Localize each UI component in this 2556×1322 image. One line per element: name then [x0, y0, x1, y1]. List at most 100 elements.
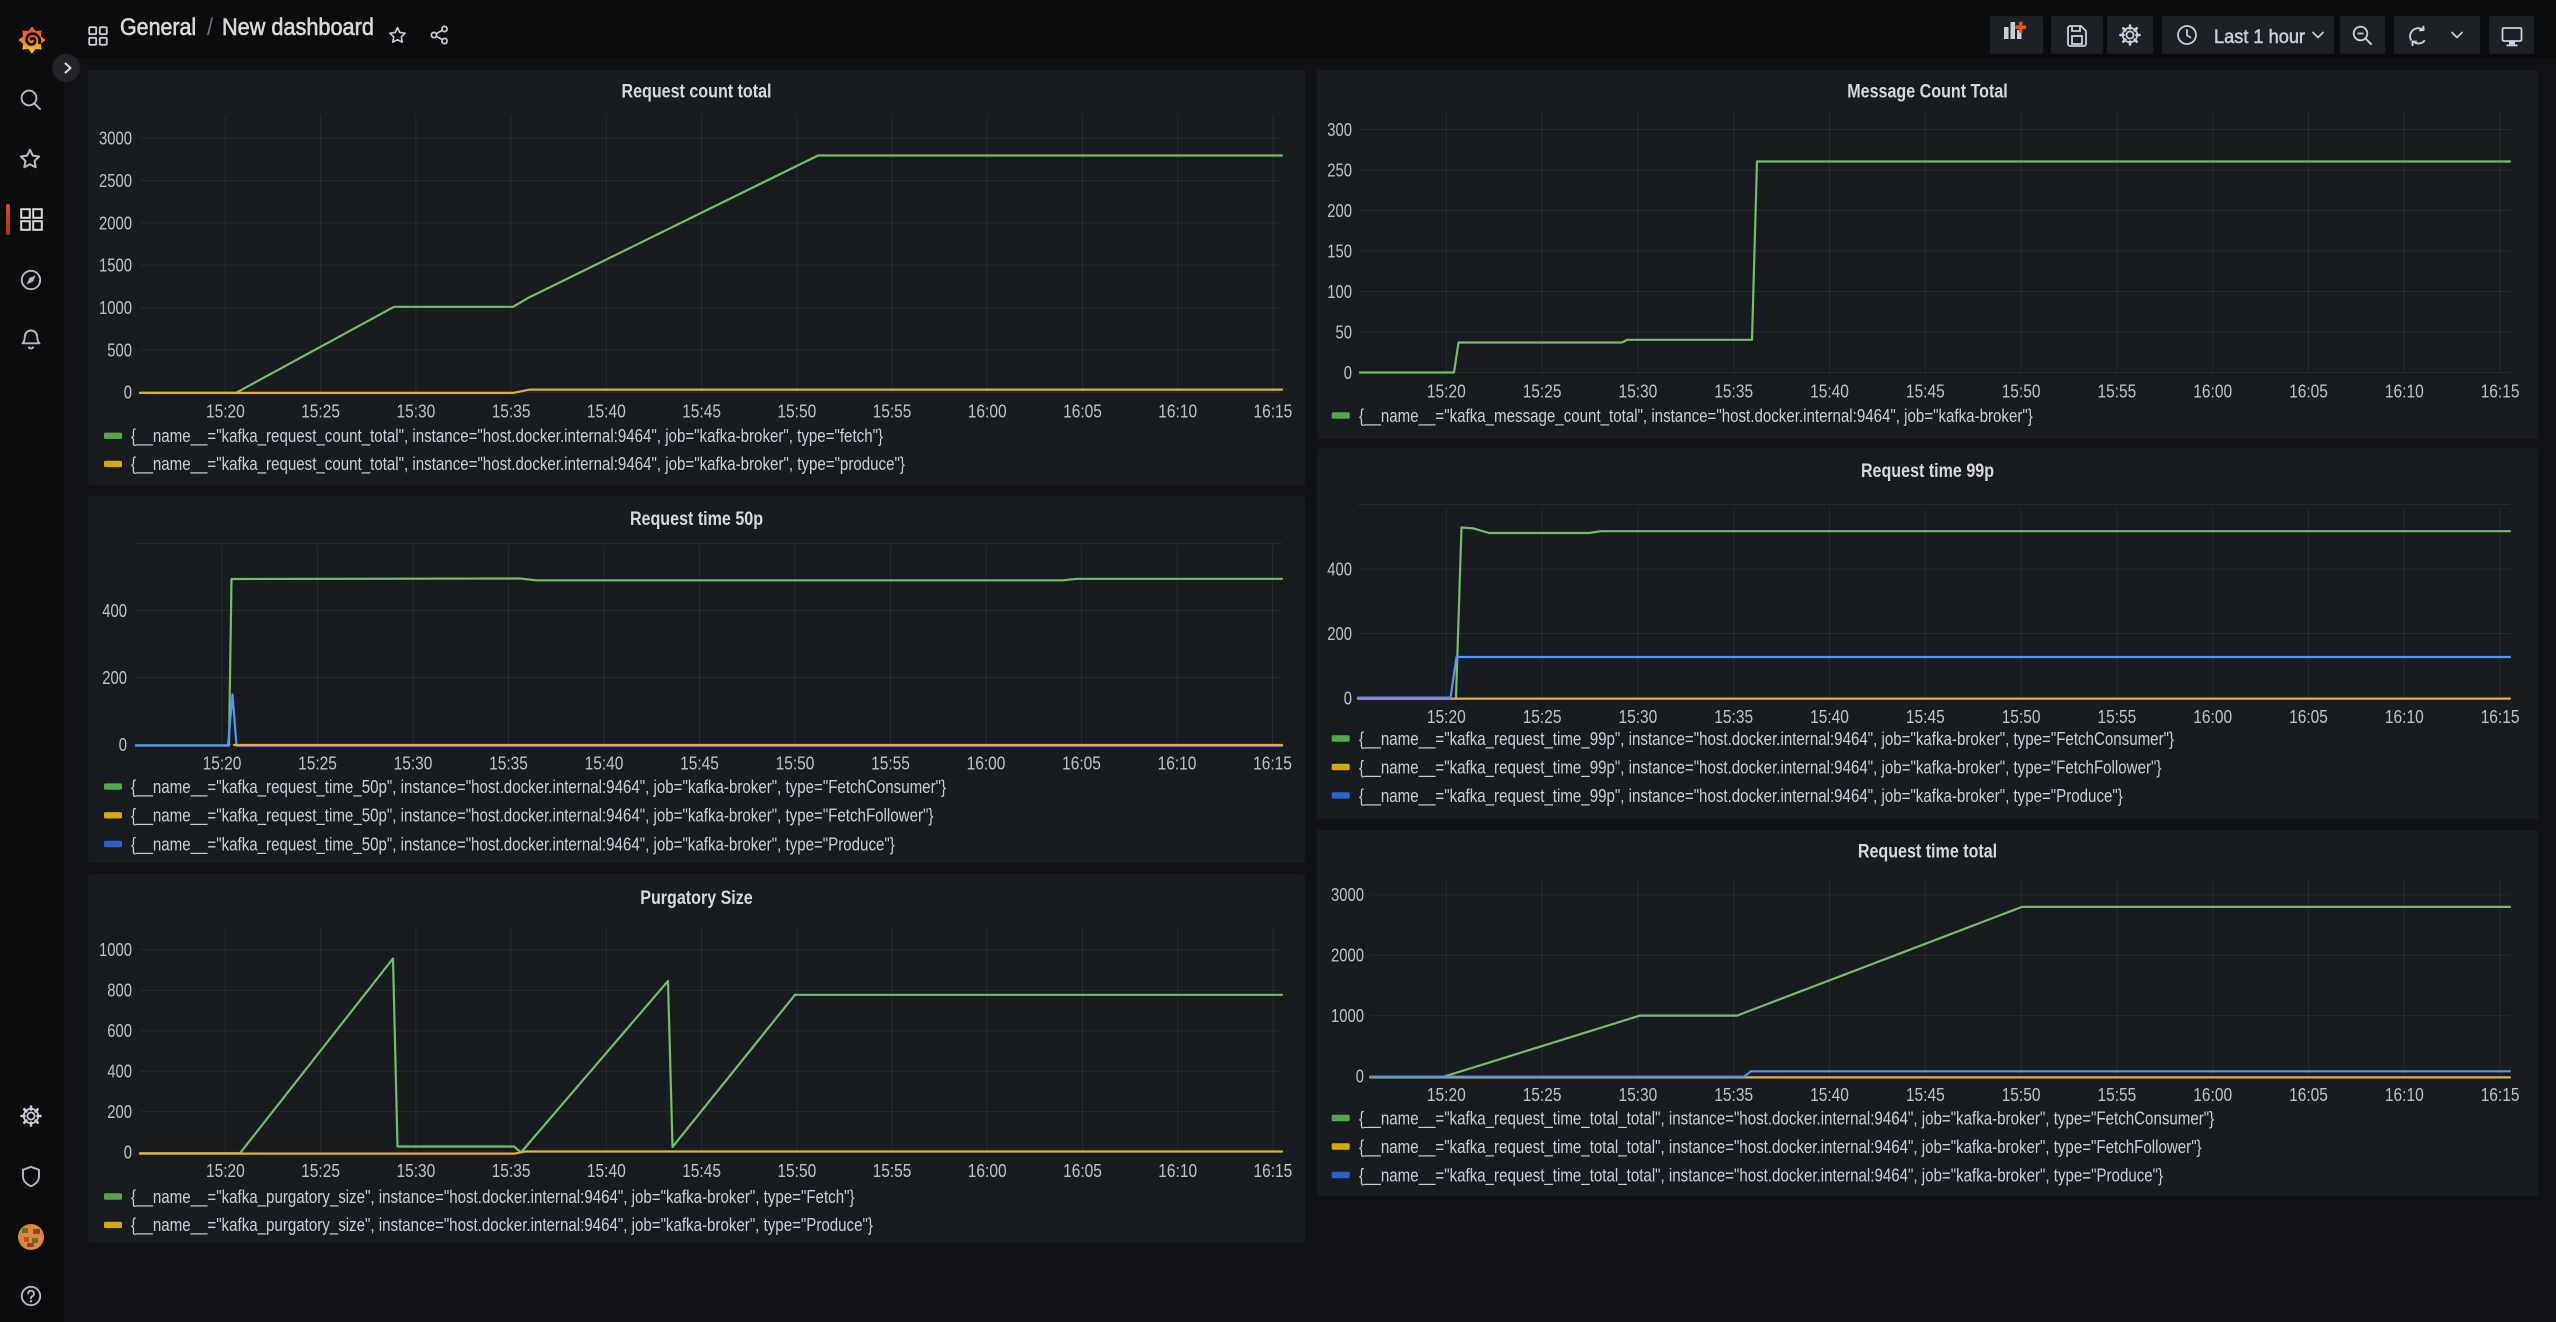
svg-text:400: 400 [102, 601, 127, 621]
svg-text:16:15: 16:15 [2481, 707, 2520, 727]
svg-text:Message Count Total: Message Count Total [1847, 82, 2008, 103]
svg-text:200: 200 [102, 668, 127, 688]
svg-text:15:30: 15:30 [394, 754, 433, 774]
svg-text:15:30: 15:30 [1619, 382, 1658, 402]
svg-text:{__name__="kafka_request_time_: {__name__="kafka_request_time_99p", inst… [1359, 757, 2161, 778]
svg-text:3000: 3000 [1331, 885, 1364, 905]
svg-text:16:05: 16:05 [1063, 1161, 1102, 1181]
svg-text:{__name__="kafka_request_time_: {__name__="kafka_request_time_50p", inst… [131, 777, 946, 798]
svg-text:16:15: 16:15 [2481, 382, 2520, 402]
svg-text:0: 0 [124, 383, 132, 403]
svg-text:16:05: 16:05 [1063, 401, 1102, 421]
svg-text:15:45: 15:45 [682, 401, 721, 421]
svg-text:15:20: 15:20 [206, 401, 245, 421]
svg-text:1000: 1000 [99, 940, 132, 960]
svg-text:600: 600 [107, 1021, 132, 1041]
svg-text:15:25: 15:25 [1523, 707, 1562, 727]
svg-text:/: / [207, 14, 213, 41]
svg-text:15:50: 15:50 [777, 1161, 816, 1181]
svg-text:Request count total: Request count total [622, 82, 772, 103]
svg-text:15:30: 15:30 [397, 1161, 436, 1181]
svg-text:300: 300 [1327, 120, 1352, 140]
svg-text:16:15: 16:15 [2481, 1085, 2520, 1105]
svg-text:16:15: 16:15 [1254, 1161, 1293, 1181]
svg-text:15:45: 15:45 [1906, 707, 1945, 727]
svg-text:15:55: 15:55 [871, 754, 910, 774]
svg-text:15:50: 15:50 [776, 754, 815, 774]
svg-text:15:45: 15:45 [680, 754, 719, 774]
svg-text:{__name__="kafka_request_time_: {__name__="kafka_request_time_total_tota… [1359, 1108, 2214, 1129]
svg-text:15:25: 15:25 [301, 1161, 340, 1181]
svg-text:0: 0 [1344, 363, 1352, 383]
svg-text:50: 50 [1336, 322, 1353, 342]
svg-text:200: 200 [1327, 201, 1352, 221]
svg-text:16:00: 16:00 [2193, 382, 2232, 402]
svg-text:16:10: 16:10 [1158, 1161, 1197, 1181]
svg-text:{__name__="kafka_request_time_: {__name__="kafka_request_time_50p", inst… [131, 834, 895, 855]
svg-text:16:10: 16:10 [2385, 1085, 2424, 1105]
svg-text:New dashboard: New dashboard [222, 14, 374, 41]
svg-text:15:30: 15:30 [397, 401, 436, 421]
svg-text:{__name__="kafka_request_time_: {__name__="kafka_request_time_99p", inst… [1359, 786, 2123, 807]
svg-text:1000: 1000 [1331, 1006, 1364, 1026]
svg-text:3000: 3000 [99, 128, 132, 148]
svg-text:200: 200 [107, 1102, 132, 1122]
svg-text:Request time total: Request time total [1858, 842, 1997, 863]
svg-text:15:50: 15:50 [2002, 1085, 2041, 1105]
svg-text:15:25: 15:25 [1523, 382, 1562, 402]
svg-text:15:20: 15:20 [1427, 707, 1466, 727]
svg-text:15:20: 15:20 [1427, 382, 1466, 402]
svg-text:16:05: 16:05 [1062, 754, 1101, 774]
svg-text:16:00: 16:00 [2193, 1085, 2232, 1105]
svg-text:800: 800 [107, 981, 132, 1001]
svg-text:100: 100 [1327, 282, 1352, 302]
svg-text:400: 400 [107, 1062, 132, 1082]
svg-text:2000: 2000 [99, 213, 132, 233]
svg-text:Request time 50p: Request time 50p [630, 509, 763, 530]
svg-text:Purgatory Size: Purgatory Size [640, 888, 753, 909]
svg-text:15:40: 15:40 [1810, 1085, 1849, 1105]
svg-text:16:15: 16:15 [1253, 754, 1292, 774]
svg-text:15:35: 15:35 [1714, 1085, 1753, 1105]
svg-text:Request time 99p: Request time 99p [1861, 461, 1994, 482]
svg-text:15:45: 15:45 [1906, 1085, 1945, 1105]
svg-text:15:35: 15:35 [1714, 382, 1753, 402]
svg-text:15:40: 15:40 [1810, 382, 1849, 402]
svg-text:{__name__="kafka_message_count: {__name__="kafka_message_count_total", i… [1359, 406, 2033, 427]
svg-text:16:10: 16:10 [1158, 754, 1197, 774]
svg-text:150: 150 [1327, 241, 1352, 261]
svg-text:15:25: 15:25 [301, 401, 340, 421]
svg-text:15:40: 15:40 [587, 401, 626, 421]
svg-text:15:45: 15:45 [1906, 382, 1945, 402]
svg-text:16:10: 16:10 [2385, 382, 2424, 402]
svg-text:15:40: 15:40 [585, 754, 624, 774]
svg-text:{__name__="kafka_request_time_: {__name__="kafka_request_time_total_tota… [1359, 1137, 2202, 1158]
svg-text:15:50: 15:50 [2002, 707, 2041, 727]
svg-text:500: 500 [107, 340, 132, 360]
svg-text:0: 0 [1356, 1067, 1364, 1087]
svg-text:15:25: 15:25 [1523, 1085, 1562, 1105]
svg-text:15:55: 15:55 [873, 1161, 912, 1181]
svg-text:{__name__="kafka_request_time_: {__name__="kafka_request_time_50p", inst… [131, 806, 933, 827]
svg-text:250: 250 [1327, 160, 1352, 180]
svg-text:15:30: 15:30 [1619, 1085, 1658, 1105]
svg-text:15:55: 15:55 [873, 401, 912, 421]
svg-text:16:00: 16:00 [967, 754, 1006, 774]
svg-text:15:50: 15:50 [777, 401, 816, 421]
svg-text:15:35: 15:35 [492, 1161, 531, 1181]
svg-text:16:15: 16:15 [1254, 401, 1293, 421]
svg-text:2000: 2000 [1331, 946, 1364, 966]
svg-text:Last 1 hour: Last 1 hour [2214, 27, 2306, 48]
svg-text:16:00: 16:00 [2193, 707, 2232, 727]
svg-text:0: 0 [1344, 688, 1352, 708]
svg-text:15:20: 15:20 [1427, 1085, 1466, 1105]
svg-text:15:30: 15:30 [1619, 707, 1658, 727]
svg-text:{__name__="kafka_request_count: {__name__="kafka_request_count_total", i… [131, 426, 883, 447]
svg-text:0: 0 [124, 1143, 132, 1163]
svg-text:15:25: 15:25 [298, 754, 337, 774]
svg-text:{__name__="kafka_request_time_: {__name__="kafka_request_time_total_tota… [1359, 1165, 2163, 1186]
svg-text:{__name__="kafka_request_time_: {__name__="kafka_request_time_99p", inst… [1359, 729, 2174, 750]
svg-text:16:05: 16:05 [2289, 382, 2328, 402]
svg-text:15:35: 15:35 [492, 401, 531, 421]
svg-text:200: 200 [1327, 624, 1352, 644]
